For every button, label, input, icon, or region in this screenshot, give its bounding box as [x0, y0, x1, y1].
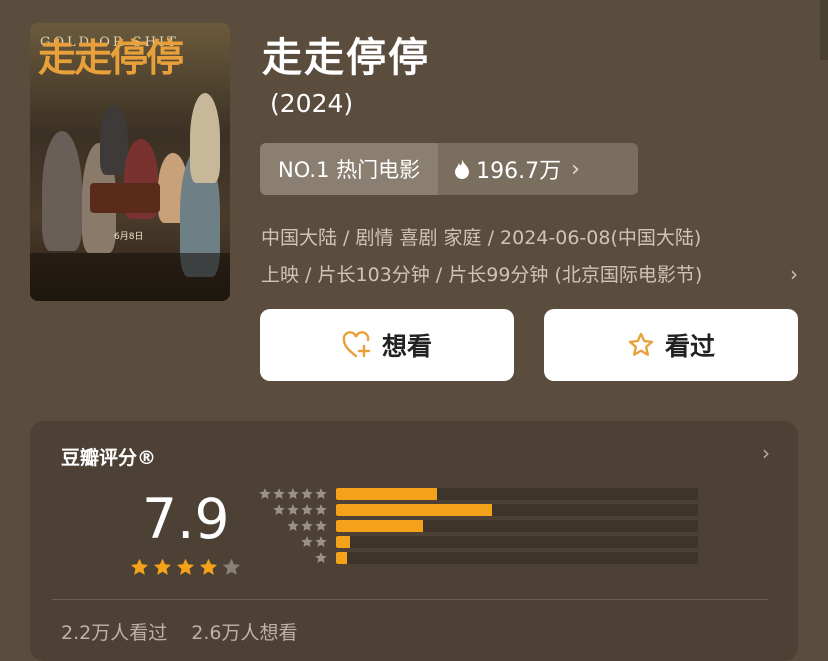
distribution-bar [336, 520, 423, 532]
star-filled-icon [176, 558, 195, 575]
distribution-bar-track [336, 488, 698, 500]
star-small-icon [273, 504, 285, 515]
star-small-icon [315, 504, 327, 515]
ranking-badge[interactable]: NO.1 热门电影 196.7万 › [260, 143, 638, 195]
flame-icon [455, 159, 470, 179]
rating-stats: 2.2万人看过 2.6万人想看 [61, 618, 315, 645]
divider [52, 599, 768, 600]
want-count[interactable]: 2.6万人想看 [191, 622, 297, 644]
distribution-row [256, 519, 698, 533]
distribution-stars [256, 503, 328, 517]
chevron-right-icon[interactable]: › [762, 441, 770, 465]
distribution-bar-track [336, 520, 698, 532]
star-small-icon [273, 488, 285, 499]
star-small-icon [301, 520, 313, 531]
distribution-bar-track [336, 536, 698, 548]
distribution-row [256, 487, 698, 501]
movie-title: 走走停停 [262, 35, 430, 81]
star-small-icon [301, 488, 313, 499]
chevron-right-icon: › [571, 156, 580, 182]
star-small-icon [315, 552, 327, 563]
distribution-bar [336, 488, 438, 500]
star-small-icon [315, 520, 327, 531]
want-to-watch-label: 想看 [381, 332, 432, 361]
meta-chevron-icon[interactable]: › [790, 262, 798, 286]
distribution-row [256, 551, 698, 565]
watched-label: 看过 [664, 332, 715, 361]
star-small-icon [301, 536, 313, 547]
movie-meta-line2: 上映 / 片长103分钟 / 片长99分钟 (北京国际电影节) [261, 264, 703, 286]
distribution-row [256, 503, 698, 517]
distribution-stars [256, 487, 328, 501]
star-small-icon [287, 488, 299, 499]
distribution-bar [336, 552, 347, 564]
movie-poster[interactable]: GOLD OR SHIT 走走停停 6月8日 [30, 23, 230, 301]
rating-score: 7.9 [142, 487, 230, 551]
distribution-bar-track [336, 552, 698, 564]
star-small-icon [315, 488, 327, 499]
star-filled-icon [199, 558, 218, 575]
star-small-icon [287, 504, 299, 515]
distribution-stars [256, 519, 328, 533]
star-small-icon [259, 488, 271, 499]
movie-year: (2024) [270, 89, 354, 118]
star-small-icon [287, 520, 299, 531]
distribution-row [256, 535, 698, 549]
movie-meta-line1: 中国大陆 / 剧情 喜剧 家庭 / 2024-06-08(中国大陆) [261, 227, 702, 249]
rating-card[interactable]: 豆瓣评分® › 7.9 2.2万人看过 2.6万人想看 [30, 421, 798, 661]
poster-date: 6月8日 [114, 232, 144, 242]
star-empty-icon [222, 558, 241, 575]
seen-count[interactable]: 2.2万人看过 [61, 622, 167, 644]
want-to-watch-button[interactable]: 想看 [260, 309, 514, 381]
heat-value-group: 196.7万 › [438, 153, 580, 185]
ranking-label: NO.1 热门电影 [260, 143, 439, 195]
watched-button[interactable]: 看过 [544, 309, 798, 381]
heat-value: 196.7万 [476, 159, 562, 184]
poster-title: 走走停停 [38, 35, 184, 80]
distribution-stars [256, 551, 328, 565]
distribution-bar [336, 504, 492, 516]
distribution-stars [256, 535, 328, 549]
rating-card-title: 豆瓣评分® [61, 447, 157, 469]
scrollbar[interactable] [820, 0, 828, 60]
distribution-bar [336, 536, 351, 548]
rating-stars [129, 557, 242, 578]
distribution-bar-track [336, 504, 698, 516]
star-small-icon [301, 504, 313, 515]
star-filled-icon [153, 558, 172, 575]
star-filled-icon [130, 558, 149, 575]
heart-plus-icon [342, 331, 371, 358]
star-outline-icon [628, 332, 654, 356]
star-small-icon [315, 536, 327, 547]
